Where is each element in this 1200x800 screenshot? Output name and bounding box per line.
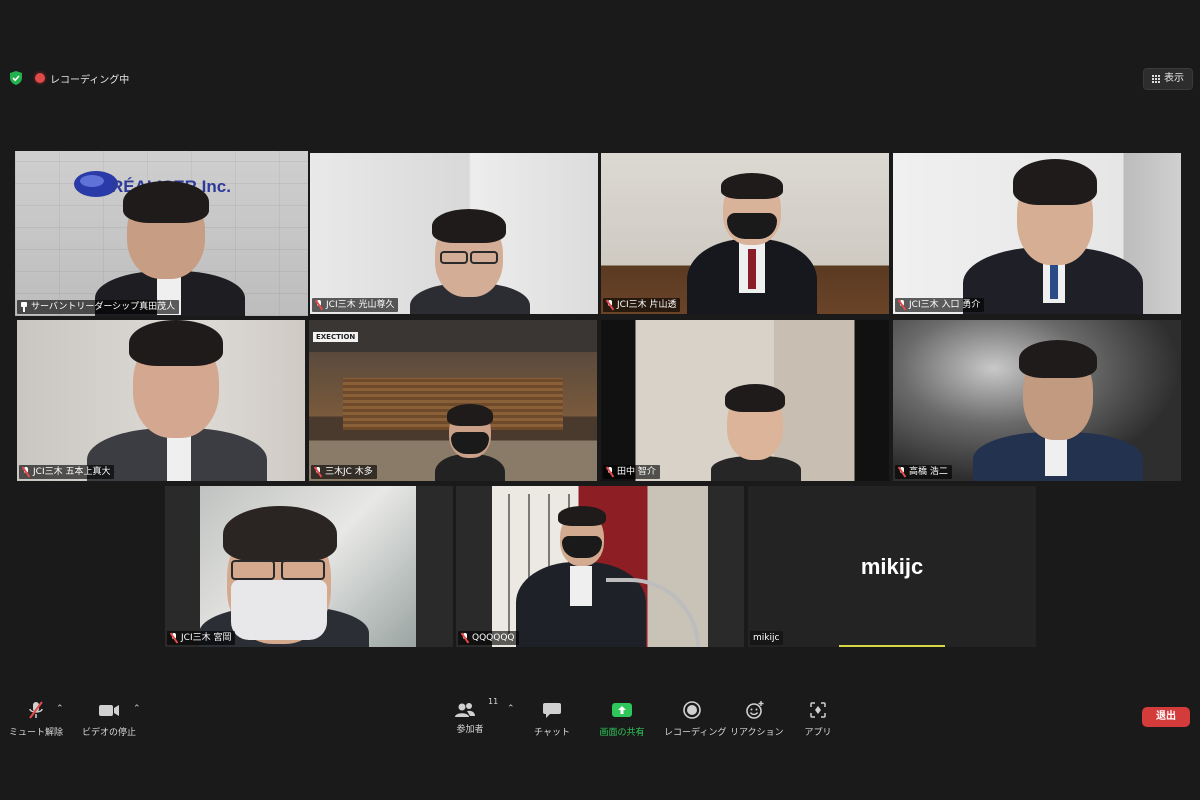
record-icon — [683, 701, 701, 719]
mic-muted-icon — [461, 633, 469, 643]
meeting-toolbar: ミュート解除 ⌃ ビデオの停止 ⌃ 11 参加者 ⌃ チャット 画面の共有 レコ… — [0, 690, 1200, 750]
video-camera-icon — [99, 705, 119, 716]
grid-view-icon — [1152, 75, 1160, 83]
participant-figure — [973, 340, 1143, 481]
participant-name: QQQQQQ — [472, 633, 515, 643]
participants-label: 参加者 — [456, 725, 484, 735]
apps-icon — [810, 702, 826, 718]
unmute-label: ミュート解除 — [8, 728, 63, 738]
participant-name-tag: 田中 智介 — [603, 465, 660, 479]
audio-options-caret-icon[interactable]: ⌃ — [56, 704, 64, 714]
mic-muted-icon — [315, 300, 323, 310]
mic-muted-icon — [898, 467, 906, 477]
participant-name-tag: 高橋 浩二 — [895, 465, 952, 479]
apps-button[interactable]: アプリ — [800, 700, 836, 738]
video-tile[interactable]: EXECTION 三木JC 木多 — [309, 320, 597, 481]
mic-muted-icon — [314, 467, 322, 477]
mic-muted-icon — [22, 467, 30, 477]
view-button[interactable]: 表示 — [1143, 68, 1193, 90]
reactions-button[interactable]: リアクション — [730, 700, 784, 738]
chat-bubble-icon — [543, 703, 561, 718]
video-tile[interactable]: 田中 智介 — [601, 320, 889, 481]
video-tile[interactable]: JCI三木 五本上真大 — [17, 320, 305, 481]
participant-name: JCI三木 入口 勇介 — [909, 300, 981, 310]
mic-muted-icon — [898, 300, 906, 310]
mic-muted-icon — [170, 633, 178, 643]
participant-name-tag: JCI三木 宮岡 — [167, 631, 236, 645]
recording-indicator-icon — [35, 73, 45, 83]
stop-video-label: ビデオの停止 — [81, 728, 136, 738]
chat-button[interactable]: チャット — [532, 700, 572, 738]
mic-muted-icon — [606, 300, 614, 310]
mic-muted-icon — [606, 467, 614, 477]
video-tile[interactable]: 高橋 浩二 — [893, 320, 1181, 481]
smiley-icon — [746, 701, 764, 719]
view-button-label: 表示 — [1164, 73, 1184, 84]
mic-muted-icon — [29, 701, 43, 719]
participant-figure — [87, 320, 267, 481]
share-screen-button[interactable]: 画面の共有 — [594, 700, 650, 738]
participant-name: mikijc — [753, 633, 780, 643]
cafe-sign-text: EXECTION — [313, 332, 359, 342]
participants-count: 11 — [488, 697, 499, 706]
participant-display-name: mikijc — [860, 554, 924, 579]
participant-name-tag: JCI三木 五本上真大 — [19, 465, 115, 479]
participants-options-caret-icon[interactable]: ⌃ — [507, 704, 515, 714]
participant-name: 三木JC 木多 — [325, 467, 373, 477]
leave-button[interactable]: 退出 — [1142, 707, 1190, 727]
participant-name-tag: JCI三木 片山透 — [603, 298, 681, 312]
share-screen-label: 画面の共有 — [599, 728, 645, 738]
participant-name: サーバントリーダーシップ真田茂人 — [31, 302, 176, 312]
participant-name: JCI三木 片山透 — [617, 300, 677, 310]
share-screen-icon — [612, 703, 632, 717]
meeting-status-bar: レコーディング中 表示 — [0, 64, 1200, 92]
chat-label: チャット — [534, 728, 570, 738]
participant-name-tag: サーバントリーダーシップ真田茂人 — [17, 300, 180, 314]
participant-figure — [711, 384, 801, 481]
participant-figure — [95, 179, 255, 316]
stop-video-button[interactable]: ビデオの停止 — [80, 700, 138, 738]
video-tile[interactable]: JCI三木 光山尊久 — [310, 153, 598, 314]
participant-name: 田中 智介 — [617, 467, 656, 477]
encryption-shield-icon[interactable] — [9, 70, 23, 86]
participant-name-tag: 三木JC 木多 — [311, 465, 377, 479]
participant-name: JCI三木 宮岡 — [181, 633, 232, 643]
reactions-label: リアクション — [730, 728, 784, 738]
video-options-caret-icon[interactable]: ⌃ — [133, 704, 141, 714]
video-tile[interactable]: RÉALISER Inc. サーバントリーダーシップ真田茂人 — [15, 151, 308, 316]
participant-name: 高橋 浩二 — [909, 467, 948, 477]
participant-name-tag: JCI三木 入口 勇介 — [895, 298, 985, 312]
participant-figure — [435, 404, 505, 481]
participants-icon — [455, 703, 475, 717]
participant-name: JCI三木 光山尊久 — [326, 300, 395, 310]
participant-figure — [963, 159, 1143, 314]
participants-button[interactable]: 11 参加者 — [448, 697, 498, 735]
participant-figure — [687, 173, 817, 314]
participant-name-tag: JCI三木 光山尊久 — [312, 298, 399, 312]
participant-figure — [410, 209, 530, 314]
video-tile[interactable]: JCI三木 片山透 — [601, 153, 889, 314]
participant-figure — [199, 496, 369, 647]
participant-name: JCI三木 五本上真大 — [33, 467, 111, 477]
video-tile[interactable]: JCI三木 宮岡 — [165, 486, 453, 647]
participant-name-tag: QQQQQQ — [458, 631, 519, 645]
video-tile[interactable]: JCI三木 入口 勇介 — [893, 153, 1181, 314]
pin-icon — [20, 302, 28, 312]
video-tile[interactable]: mikijc mikijc — [748, 486, 1036, 647]
video-tile[interactable]: QQQQQQ — [456, 486, 744, 647]
participant-name-tag: mikijc — [750, 631, 784, 645]
recording-status-text: レコーディング中 — [50, 75, 130, 86]
apps-label: アプリ — [804, 728, 832, 738]
recording-button[interactable]: レコーディング — [664, 700, 727, 738]
recording-label: レコーディング — [664, 728, 727, 738]
speaking-indicator — [839, 645, 945, 647]
